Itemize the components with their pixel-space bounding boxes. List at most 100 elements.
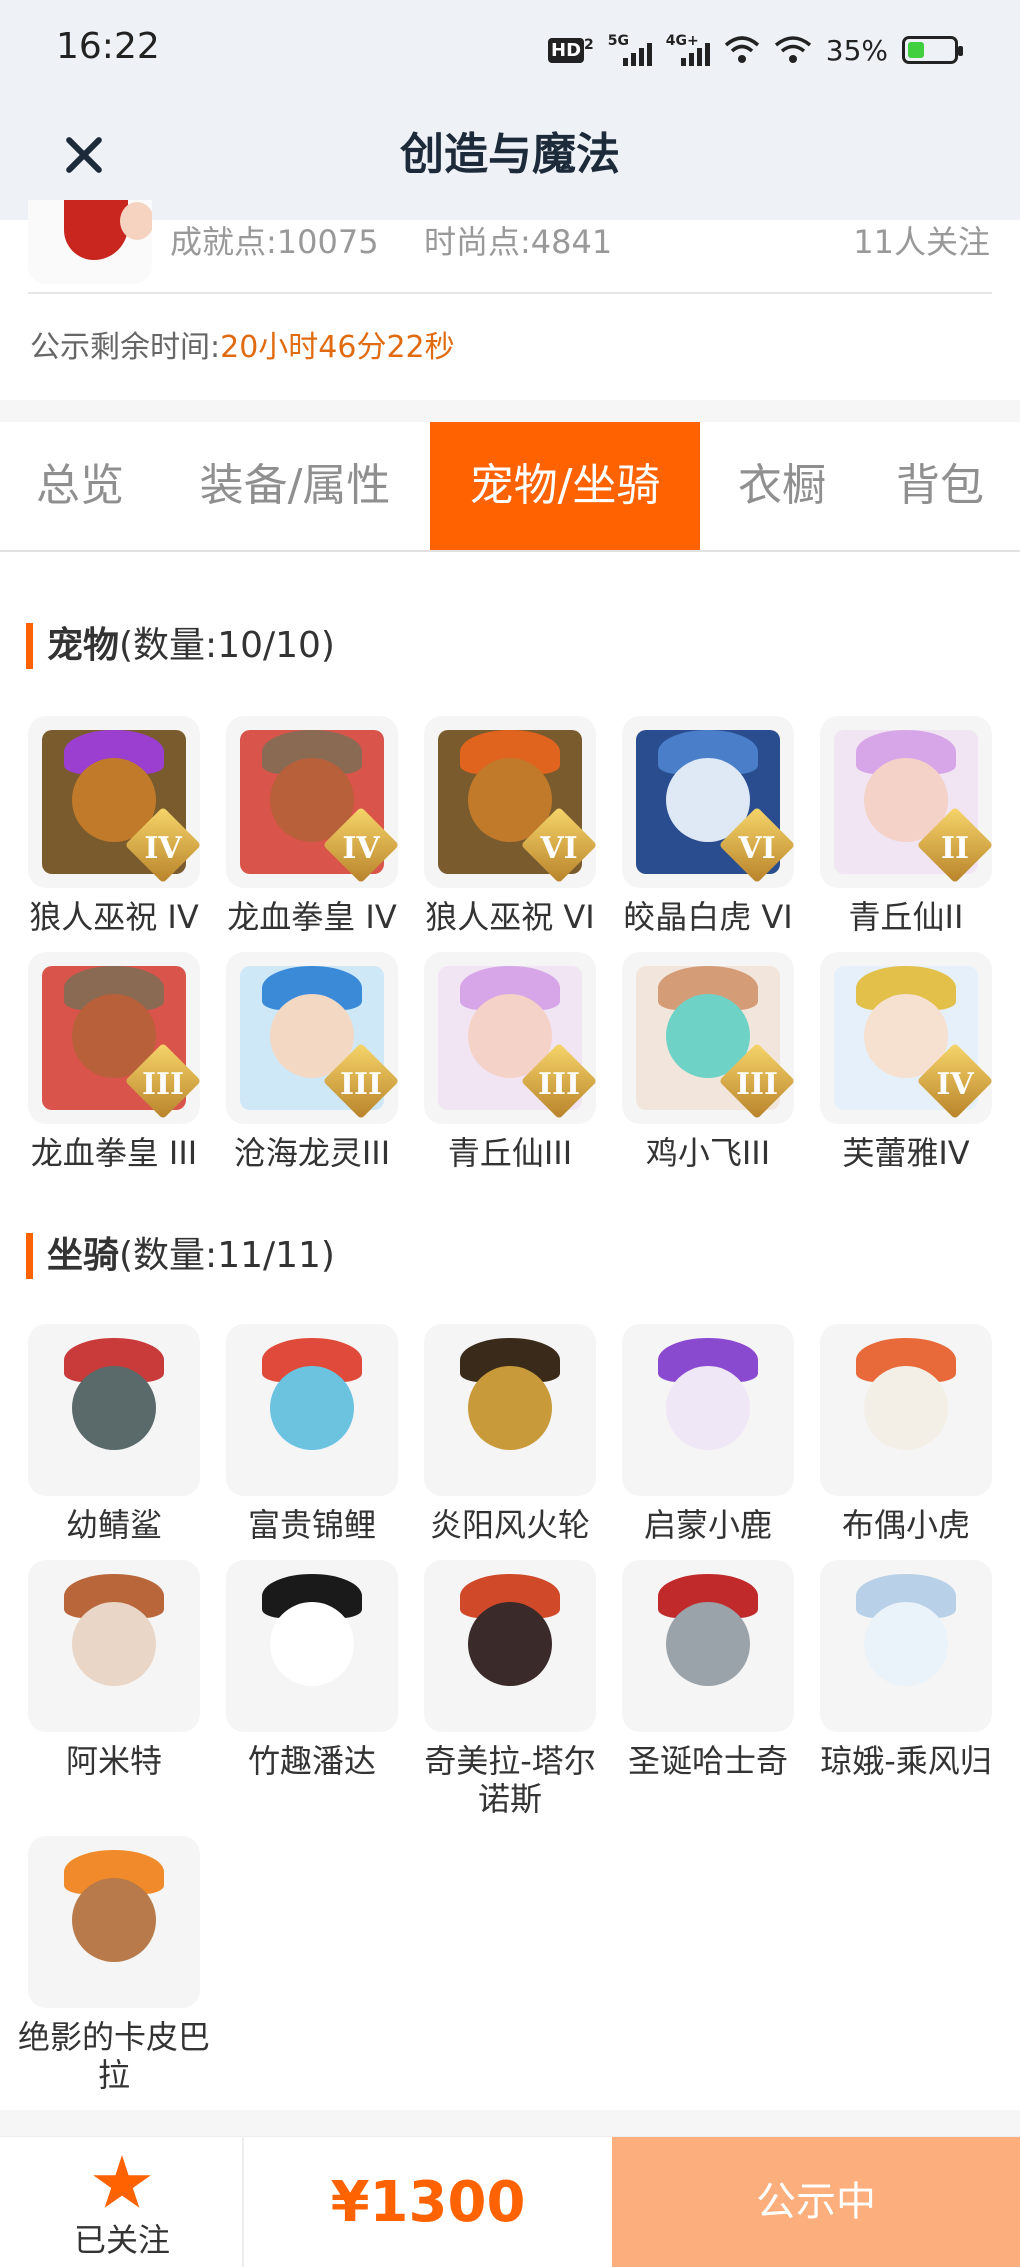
pet-item[interactable]: VI 皎晶白虎 VI	[622, 716, 794, 936]
pet-thumbnail: III	[28, 952, 200, 1124]
pets-count: (数量:10/10)	[119, 625, 335, 666]
follow-button[interactable]: 已关注	[0, 2137, 244, 2267]
mount-name: 圣诞哈士奇	[627, 1742, 788, 1780]
mount-name: 琼娥-乘风归	[820, 1742, 992, 1780]
mount-thumbnail	[28, 1836, 200, 2008]
status-icons: HD 2 5G 4G+ 35%	[548, 30, 963, 70]
status-time: 16:22	[56, 26, 160, 67]
mount-name: 奇美拉-塔尔诺斯	[424, 1742, 596, 1818]
pet-thumbnail: IV	[820, 952, 992, 1124]
mount-image	[438, 1574, 582, 1718]
mount-name: 阿米特	[65, 1742, 162, 1780]
mount-image	[240, 1338, 384, 1482]
tab-wardrobe[interactable]: 衣橱	[712, 422, 852, 550]
pet-name: 沧海龙灵III	[233, 1134, 391, 1172]
avatar	[28, 200, 152, 284]
tab-equipment[interactable]: 装备/属性	[170, 422, 420, 550]
top-bar: 16:22 HD 2 5G 4G+ 35% 创造与魔法	[0, 0, 1020, 220]
mount-name: 富贵锦鲤	[247, 1506, 376, 1544]
profile-info: 成就点:10075 时尚点:4841 11人关注 公示剩余时间:20小时46分2…	[0, 200, 1020, 400]
rank-badge-text: III	[537, 1067, 581, 1102]
mount-thumbnail	[28, 1560, 200, 1732]
achievement-points: 成就点:10075	[170, 223, 379, 261]
tab-pets-mounts[interactable]: 宠物/坐骑	[430, 422, 700, 550]
mount-item[interactable]: 富贵锦鲤	[226, 1324, 398, 1544]
pet-name: 狼人巫祝 IV	[29, 898, 199, 936]
pet-item[interactable]: III 鸡小飞III	[622, 952, 794, 1172]
pet-thumbnail: VI	[424, 716, 596, 888]
mount-image	[42, 1850, 186, 1994]
rank-badge-text: IV	[144, 831, 182, 866]
tab-overview[interactable]: 总览	[0, 422, 160, 550]
pet-name: 青丘仙III	[447, 1134, 573, 1172]
mount-item[interactable]: 幼鲭鲨	[28, 1324, 200, 1544]
battery-percent: 35%	[825, 33, 888, 67]
mount-thumbnail	[820, 1324, 992, 1496]
page-title: 创造与魔法	[400, 129, 620, 180]
mounts-title: 坐骑	[47, 1235, 120, 1276]
rank-badge-text: IV	[342, 831, 380, 866]
pet-thumbnail: IV	[28, 716, 200, 888]
mount-name: 绝影的卡皮巴拉	[17, 2018, 210, 2094]
tab-bar: 总览 装备/属性 宠物/坐骑 衣橱 背包	[0, 422, 1020, 552]
mount-item[interactable]: 圣诞哈士奇	[622, 1560, 794, 1780]
pets-section-title: 宠物(数量:10/10)	[26, 623, 335, 669]
battery-icon	[902, 36, 963, 64]
mount-item[interactable]: 琼娥-乘风归	[820, 1560, 992, 1780]
pet-item[interactable]: IV 狼人巫祝 IV	[28, 716, 200, 936]
pet-item[interactable]: VI 狼人巫祝 VI	[424, 716, 596, 936]
mount-image	[834, 1338, 978, 1482]
mounts-section-title: 坐骑(数量:11/11)	[26, 1233, 335, 1279]
rank-badge-text: VI	[738, 831, 776, 866]
pet-thumbnail: III	[226, 952, 398, 1124]
pet-item[interactable]: IV 芙蕾雅IV	[820, 952, 992, 1172]
mount-item[interactable]: 奇美拉-塔尔诺斯	[424, 1560, 596, 1818]
pet-item[interactable]: IV 龙血拳皇 IV	[226, 716, 398, 936]
mount-image	[42, 1574, 186, 1718]
follower-count: 11人关注	[853, 223, 990, 261]
mounts-count: (数量:11/11)	[119, 1235, 335, 1276]
mount-item[interactable]: 炎阳风火轮	[424, 1324, 596, 1544]
rank-badge-text: III	[735, 1067, 779, 1102]
mount-item[interactable]: 布偶小虎	[820, 1324, 992, 1544]
status-bar: 16:22 HD 2 5G 4G+ 35%	[0, 0, 1020, 100]
price: ¥1300	[330, 2170, 526, 2235]
mount-image	[636, 1574, 780, 1718]
tab-bag[interactable]: 背包	[870, 422, 1010, 550]
rank-badge-text: III	[339, 1067, 383, 1102]
pet-item[interactable]: II 青丘仙II	[820, 716, 992, 936]
mount-item[interactable]: 绝影的卡皮巴拉	[18, 1836, 210, 2094]
mount-image	[438, 1338, 582, 1482]
rank-badge-text: III	[141, 1067, 185, 1102]
wifi-plus-icon	[724, 36, 759, 63]
mount-name: 布偶小虎	[841, 1506, 970, 1544]
countdown: 公示剩余时间:20小时46分22秒	[30, 326, 455, 370]
pet-item[interactable]: III 青丘仙III	[424, 952, 596, 1172]
mount-image	[42, 1338, 186, 1482]
mount-image	[636, 1338, 780, 1482]
mount-image	[834, 1574, 978, 1718]
pet-thumbnail: IV	[226, 716, 398, 888]
mount-thumbnail	[226, 1560, 398, 1732]
pet-item[interactable]: III 龙血拳皇 III	[28, 952, 200, 1172]
countdown-value: 20小时46分22秒	[220, 330, 455, 365]
bottom-bar: 已关注 ¥1300 公示中	[0, 2136, 1020, 2267]
mount-thumbnail	[28, 1324, 200, 1496]
status-action-button[interactable]: 公示中	[612, 2137, 1020, 2267]
follow-label: 已关注	[73, 2221, 170, 2259]
mount-item[interactable]: 竹趣潘达	[226, 1560, 398, 1780]
mount-name: 幼鲭鲨	[65, 1506, 162, 1544]
wifi-icon	[774, 36, 811, 63]
pet-name: 龙血拳皇 IV	[227, 898, 397, 936]
mount-thumbnail	[424, 1324, 596, 1496]
section-gap	[0, 400, 1020, 422]
mount-item[interactable]: 启蒙小鹿	[622, 1324, 794, 1544]
section-gap	[0, 2110, 1020, 2136]
rank-badge-text: IV	[936, 1067, 974, 1102]
mount-item[interactable]: 阿米特	[28, 1560, 200, 1780]
signal-4g-icon: 4G+	[666, 34, 710, 66]
pet-name: 龙血拳皇 III	[30, 1134, 198, 1172]
pet-item[interactable]: III 沧海龙灵III	[226, 952, 398, 1172]
mount-thumbnail	[226, 1324, 398, 1496]
mount-name: 炎阳风火轮	[429, 1506, 590, 1544]
